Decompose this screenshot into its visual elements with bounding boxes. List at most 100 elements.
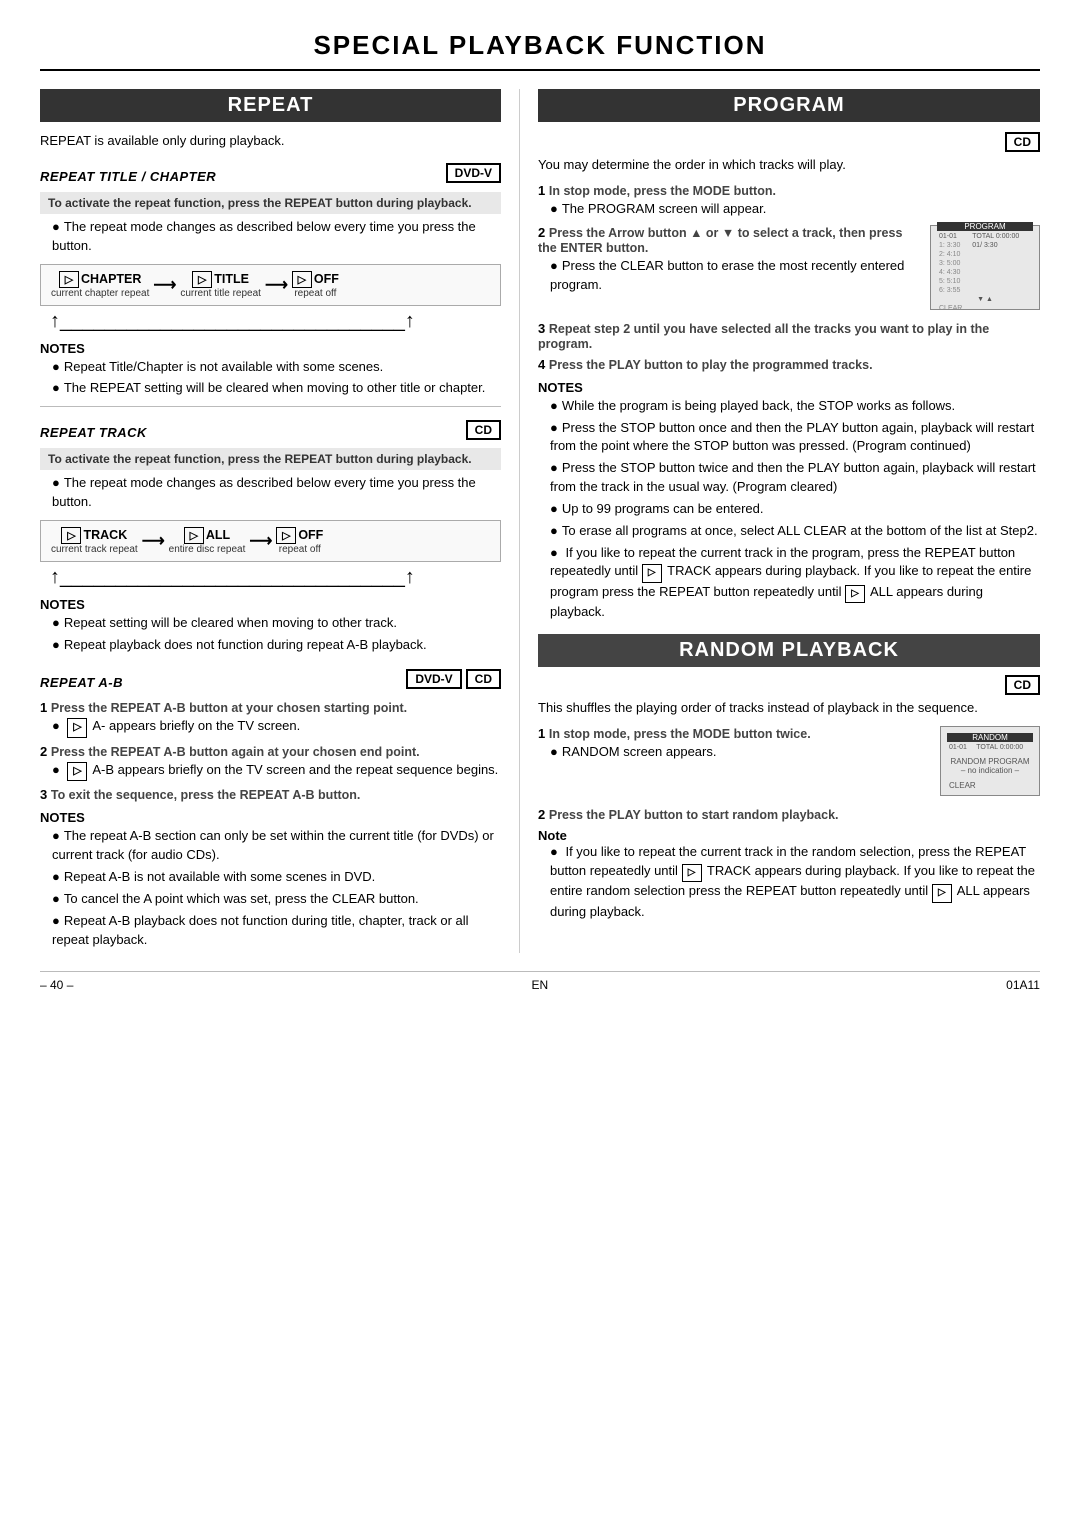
ab-note-3: Repeat A-B playback does not function du… [52, 912, 501, 950]
random-intro: This shuffles the playing order of track… [538, 699, 1040, 718]
repeat-title-chapter-label: REPEAT TITLE / CHAPTER [40, 169, 216, 184]
repeat-track-section: REPEAT TRACK CD To activate the repeat f… [40, 415, 501, 654]
off2-label: OFF [298, 528, 323, 542]
off1-label: OFF [314, 272, 339, 286]
chapter-title-flow: ▷ CHAPTER current chapter repeat ⟶ ▷ TIT… [40, 264, 501, 306]
prog-step1-bold: In stop mode, press the MODE button. [549, 184, 776, 198]
ab-note-0: The repeat A-B section can only be set w… [52, 827, 501, 865]
all-icon: ▷ [184, 527, 204, 544]
page-footer: – 40 – EN 01A11 [40, 971, 1040, 992]
note-2-0: Repeat setting will be cleared when movi… [52, 614, 501, 633]
prog-step1-num: 1 [538, 183, 545, 198]
prog-step2-num: 2 [538, 225, 545, 240]
arrow3: ⟶ [142, 531, 165, 551]
notes-label-prog: NOTES [538, 380, 1040, 395]
step1-bold: Press the REPEAT A-B button at your chos… [51, 701, 407, 715]
track-label: TRACK [83, 528, 127, 542]
prog-step4-bold: Press the PLAY button to play the progra… [549, 358, 873, 372]
off1-icon: ▷ [292, 271, 312, 288]
activate-note-2: To activate the repeat function, press t… [40, 448, 501, 470]
cd-badge-random: CD [1005, 675, 1040, 695]
chapter-icon: ▷ [59, 271, 79, 288]
step2-bullet: ▷ A-B appears briefly on the TV screen a… [52, 761, 501, 782]
step1-bullet: ▷ A- appears briefly on the TV screen. [52, 717, 501, 738]
prog-note-3: Up to 99 programs can be entered. [550, 500, 1040, 519]
program-header: PROGRAM [538, 89, 1040, 122]
lang: EN [531, 978, 548, 992]
all-sub: entire disc repeat [169, 544, 246, 555]
prog-step1-bullet: The PROGRAM screen will appear. [550, 200, 1040, 219]
prog-note-2: Press the STOP button twice and then the… [550, 459, 1040, 497]
random-screen: RANDOM 01-01TOTAL 0:00:00 RANDOM PROGRAM… [940, 726, 1040, 796]
program-section: PROGRAM CD You may determine the order i… [538, 89, 1040, 622]
track-icon-rand: ▷ [682, 864, 702, 883]
step2-bold: Press the REPEAT A-B button again at you… [51, 745, 420, 759]
title-label: TITLE [214, 272, 249, 286]
repeat-track-label: REPEAT TRACK [40, 425, 147, 440]
arrow2: ⟶ [265, 275, 288, 295]
cd-badge-track: CD [466, 420, 501, 440]
page-number: – 40 – [40, 978, 73, 992]
step3-num: 3 [40, 787, 47, 802]
random-playback-section: RANDOM PLAYBACK CD This shuffles the pla… [538, 634, 1040, 922]
off1-sub: repeat off [294, 288, 336, 299]
title-icon: ▷ [192, 271, 212, 288]
prog-note-5: If you like to repeat the current track … [550, 544, 1040, 623]
notes-label-2: NOTES [40, 597, 501, 612]
code: 01A11 [1006, 978, 1040, 992]
prog-note-4: To erase all programs at once, select AL… [550, 522, 1040, 541]
arrow1: ⟶ [153, 275, 176, 295]
repeat-intro: REPEAT is available only during playback… [40, 132, 501, 151]
ab-note-1: Repeat A-B is not available with some sc… [52, 868, 501, 887]
repeat-ab-section: REPEAT A-B DVD-V CD 1 Press the REPEAT A… [40, 665, 501, 950]
right-column: PROGRAM CD You may determine the order i… [520, 89, 1040, 953]
mode-changes-2: The repeat mode changes as described bel… [52, 474, 501, 512]
track-icon: ▷ [61, 527, 81, 544]
repeat-ab-label: REPEAT A-B [40, 675, 123, 690]
cd-badge-program: CD [1005, 132, 1040, 152]
repeat-title-chapter-section: REPEAT TITLE / CHAPTER DVD-V To activate… [40, 159, 501, 398]
dvdv-badge: DVD-V [446, 163, 501, 183]
repeat-header: REPEAT [40, 89, 501, 122]
all-icon-rand: ▷ [932, 884, 952, 903]
note-2-1: Repeat playback does not function during… [52, 636, 501, 655]
activate-note-1: To activate the repeat function, press t… [40, 192, 501, 214]
arrow4: ⟶ [249, 531, 272, 551]
notes-label-1: NOTES [40, 341, 501, 356]
prog-step2-bold: Press the Arrow button ▲ or ▼ to select … [538, 226, 902, 255]
back-arrow-1: ↑_______________________________↑ [50, 310, 501, 333]
prog-step3-num: 3 [538, 321, 545, 336]
notes-label-3: NOTES [40, 810, 501, 825]
off2-icon: ▷ [276, 527, 296, 544]
title-sub: current title repeat [180, 288, 261, 299]
track-all-flow: ▷ TRACK current track repeat ⟶ ▷ ALL ent… [40, 520, 501, 562]
icon-ab2: ▷ [67, 762, 87, 782]
prog-step3-bold: Repeat step 2 until you have selected al… [538, 322, 989, 351]
prog-note-1: Press the STOP button once and then the … [550, 419, 1040, 457]
page-title: SPECIAL PLAYBACK FUNCTION [40, 30, 1040, 71]
prog-step4-num: 4 [538, 357, 545, 372]
rand-step2-num: 2 [538, 807, 545, 822]
rand-step1-bold: In stop mode, press the MODE button twic… [549, 727, 811, 741]
rand-step2-bold: Press the PLAY button to start random pl… [549, 808, 839, 822]
chapter-sub: current chapter repeat [51, 288, 149, 299]
icon-ab1: ▷ [67, 718, 87, 738]
random-header: RANDOM PLAYBACK [538, 634, 1040, 667]
back-arrow-2: ↑_______________________________↑ [50, 566, 501, 589]
prog-note-0: While the program is being played back, … [550, 397, 1040, 416]
ab-note-2: To cancel the A point which was set, pre… [52, 890, 501, 909]
chapter-label: CHAPTER [81, 272, 141, 286]
all-icon-note: ▷ [845, 585, 865, 604]
off2-sub: repeat off [279, 544, 321, 555]
note-label-random: Note [538, 828, 567, 843]
program-intro: You may determine the order in which tra… [538, 156, 1040, 175]
step2-num: 2 [40, 744, 47, 759]
left-column: REPEAT REPEAT is available only during p… [40, 89, 520, 953]
dvdv-badge-ab: DVD-V [406, 669, 461, 689]
track-sub: current track repeat [51, 544, 138, 555]
note-1-1: The REPEAT setting will be cleared when … [52, 379, 501, 398]
step3-bold: To exit the sequence, press the REPEAT A… [51, 788, 361, 802]
note-1-0: Repeat Title/Chapter is not available wi… [52, 358, 501, 377]
program-screen: PROGRAM 01-01TOTAL 0:00:00 1: 3:3001/ 3:… [930, 225, 1040, 310]
cd-badge-ab: CD [466, 669, 501, 689]
